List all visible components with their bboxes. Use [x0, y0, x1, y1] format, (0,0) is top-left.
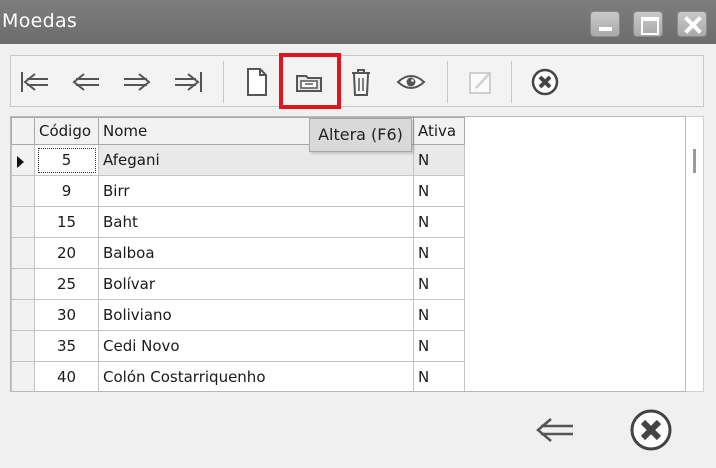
- cell-ativa[interactable]: N: [413, 330, 465, 362]
- table-row[interactable]: 40 Colón Costarriquenho N: [11, 361, 465, 391]
- cell-ativa[interactable]: N: [413, 144, 465, 176]
- cell-ativa[interactable]: N: [413, 175, 465, 207]
- edit-disabled-button: [461, 62, 501, 102]
- close-button[interactable]: [677, 11, 707, 37]
- toolbar-separator: [223, 61, 224, 103]
- toolbar-separator: [511, 61, 512, 103]
- footer-bar: [0, 392, 716, 468]
- eye-icon: [396, 75, 426, 89]
- column-header-codigo[interactable]: Código: [34, 117, 99, 145]
- back-arrow-icon: [536, 418, 573, 442]
- back-button[interactable]: [530, 405, 580, 455]
- row-indicator: [11, 268, 35, 300]
- row-indicator: [11, 144, 35, 176]
- window-title: Moedas: [2, 10, 78, 32]
- table-row[interactable]: 25 Bolívar N: [11, 268, 465, 300]
- last-record-icon: [175, 72, 202, 92]
- edit-button-highlight: [279, 53, 341, 109]
- cancel-button[interactable]: [525, 62, 565, 102]
- cell-ativa[interactable]: N: [413, 206, 465, 238]
- new-document-icon: [247, 68, 267, 96]
- close-dialog-button[interactable]: [626, 405, 676, 455]
- cell-nome[interactable]: Cedi Novo: [98, 330, 414, 362]
- row-indicator: [11, 299, 35, 331]
- cell-nome[interactable]: Boliviano: [98, 299, 414, 331]
- table-row[interactable]: 9 Birr N: [11, 175, 465, 207]
- row-indicator: [11, 206, 35, 238]
- cell-codigo[interactable]: 20: [34, 237, 99, 269]
- cell-ativa[interactable]: N: [413, 237, 465, 269]
- table-row[interactable]: 15 Baht N: [11, 206, 465, 238]
- toolbar-separator: [447, 61, 448, 103]
- table-row[interactable]: 30 Boliviano N: [11, 299, 465, 331]
- cell-codigo[interactable]: 35: [34, 330, 99, 362]
- minimize-button[interactable]: [590, 11, 620, 37]
- cell-codigo[interactable]: 5: [34, 144, 99, 176]
- title-bar[interactable]: Moedas: [0, 0, 716, 44]
- cell-nome[interactable]: Birr: [98, 175, 414, 207]
- cell-codigo[interactable]: 30: [34, 299, 99, 331]
- last-record-button[interactable]: [168, 62, 208, 102]
- table-row[interactable]: 20 Balboa N: [11, 237, 465, 269]
- row-indicator: [11, 361, 35, 391]
- cell-ativa[interactable]: N: [413, 361, 465, 391]
- scrollbar-thumb[interactable]: [693, 149, 696, 173]
- close-icon: [684, 16, 702, 34]
- cell-nome[interactable]: Balboa: [98, 237, 414, 269]
- new-record-button[interactable]: [237, 62, 277, 102]
- table-row[interactable]: 35 Cedi Novo N: [11, 330, 465, 362]
- column-header-ativa[interactable]: Ativa: [413, 117, 465, 145]
- previous-record-icon: [72, 73, 99, 91]
- vertical-scrollbar[interactable]: [686, 116, 704, 392]
- cell-codigo[interactable]: 40: [34, 361, 99, 391]
- current-row-arrow-icon: [17, 156, 24, 168]
- cell-codigo[interactable]: 25: [34, 268, 99, 300]
- delete-record-button[interactable]: [341, 62, 381, 102]
- previous-record-button[interactable]: [66, 62, 106, 102]
- maximize-button[interactable]: [633, 11, 663, 37]
- view-record-button[interactable]: [391, 62, 431, 102]
- trash-icon: [352, 69, 370, 96]
- cell-ativa[interactable]: N: [413, 299, 465, 331]
- cell-codigo[interactable]: 15: [34, 206, 99, 238]
- next-record-icon: [124, 73, 151, 91]
- edit-tooltip: Altera (F6): [309, 118, 412, 152]
- first-record-icon: [21, 72, 48, 92]
- currency-grid: Código Nome Ativa 5 Afegani N 9 Birr N 1…: [10, 116, 686, 392]
- row-indicator: [11, 330, 35, 362]
- next-record-button[interactable]: [117, 62, 157, 102]
- row-indicator-header: [11, 117, 35, 145]
- moedas-window: Moedas Código Nome Ativa 5 Afegani N 9 B…: [0, 0, 716, 468]
- cell-nome[interactable]: Bolívar: [98, 268, 414, 300]
- first-record-button[interactable]: [15, 62, 55, 102]
- cancel-circle-icon: [630, 409, 672, 451]
- row-indicator: [11, 175, 35, 207]
- cell-ativa[interactable]: N: [413, 268, 465, 300]
- edit-disabled-icon: [469, 72, 491, 94]
- currency-table: Código Nome Ativa 5 Afegani N 9 Birr N 1…: [11, 117, 465, 391]
- toolbar: [10, 53, 704, 109]
- cell-codigo[interactable]: 9: [34, 175, 99, 207]
- cell-nome[interactable]: Baht: [98, 206, 414, 238]
- row-indicator: [11, 237, 35, 269]
- cancel-circle-icon: [531, 68, 559, 96]
- cell-nome[interactable]: Colón Costarriquenho: [98, 361, 414, 391]
